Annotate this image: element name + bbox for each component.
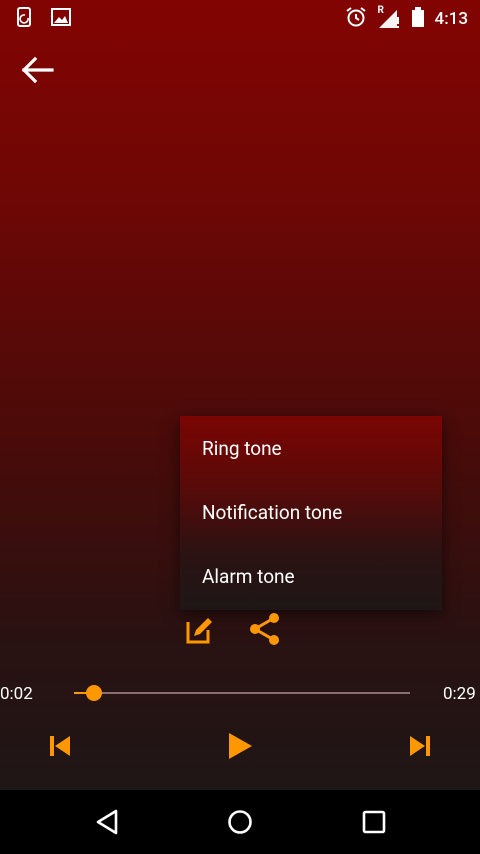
app-screen: R 4:13 Ring tone Notification tone Alarm… (0, 0, 480, 790)
menu-item-ring-tone[interactable]: Ring tone (202, 417, 282, 481)
total-duration: 0:29 (443, 684, 476, 704)
edit-button[interactable] (184, 614, 216, 650)
play-icon (224, 733, 256, 766)
previous-button[interactable] (46, 732, 74, 764)
signal-icon: R (377, 5, 401, 30)
nav-back-button[interactable] (94, 808, 120, 840)
status-bar: R 4:13 (0, 0, 480, 36)
roaming-indicator: R (377, 5, 384, 16)
skip-next-icon (406, 736, 434, 764)
ringtone-popup-menu: Ring tone Notification tone Alarm tone (180, 416, 442, 610)
back-triangle-icon (94, 809, 120, 840)
elapsed-time: 0:02 (0, 684, 33, 704)
back-button[interactable] (18, 52, 58, 92)
home-circle-icon (226, 810, 254, 840)
nav-home-button[interactable] (226, 808, 254, 840)
edit-icon (184, 618, 216, 650)
alarm-icon (345, 6, 367, 32)
arrow-back-icon (18, 56, 58, 96)
status-time: 4:13 (434, 9, 468, 29)
play-button[interactable] (224, 730, 256, 766)
seek-thumb[interactable] (86, 685, 103, 701)
image-icon (50, 6, 72, 32)
phone-sync-icon (14, 6, 36, 32)
action-row (184, 612, 294, 648)
next-button[interactable] (406, 732, 434, 764)
recents-square-icon (360, 810, 388, 840)
menu-item-alarm-tone[interactable]: Alarm tone (202, 545, 295, 609)
skip-previous-icon (46, 736, 74, 764)
menu-item-notification-tone[interactable]: Notification tone (202, 481, 342, 545)
seek-bar[interactable] (74, 685, 410, 701)
navigation-bar (0, 790, 480, 854)
nav-recents-button[interactable] (360, 808, 388, 840)
battery-icon (411, 6, 425, 32)
share-icon (248, 613, 282, 650)
share-button[interactable] (248, 612, 282, 650)
